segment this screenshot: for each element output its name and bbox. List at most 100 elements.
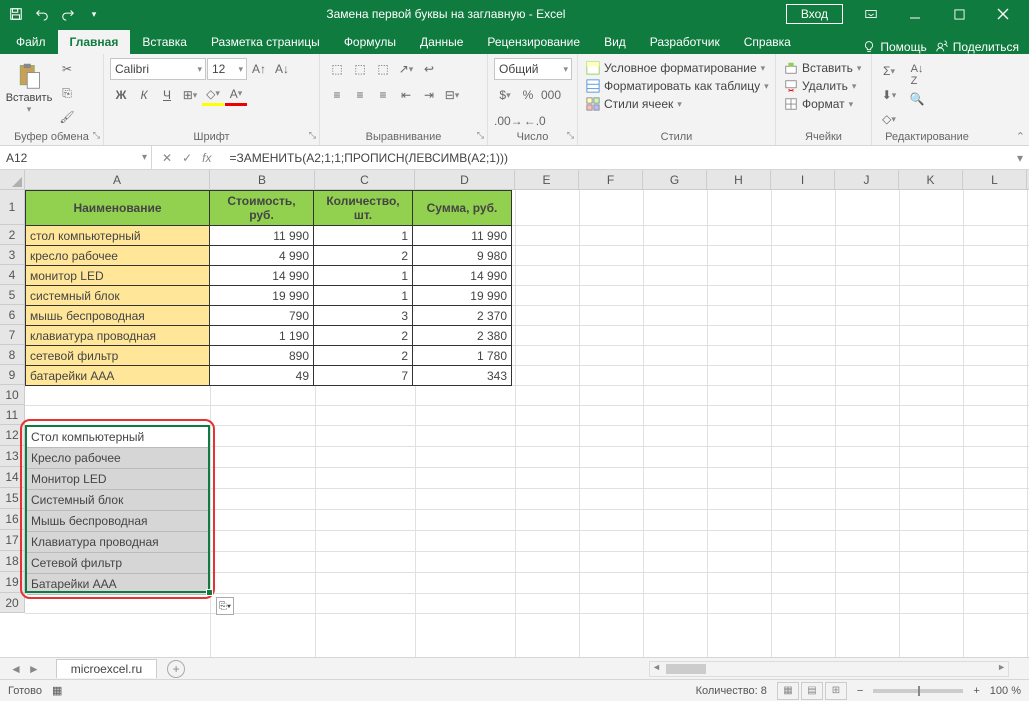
comma-icon[interactable]: 000 xyxy=(540,84,562,106)
macro-record-icon[interactable]: ▦ xyxy=(52,684,62,697)
select-all-corner[interactable] xyxy=(0,170,25,190)
login-button[interactable]: Вход xyxy=(786,4,843,24)
share-button[interactable]: Поделиться xyxy=(935,40,1019,54)
expand-formula-icon[interactable]: ▾ xyxy=(1011,151,1029,165)
find-icon[interactable]: 🔍 xyxy=(906,88,928,110)
sheet-tab[interactable]: microexcel.ru xyxy=(56,659,157,678)
cut-icon[interactable]: ✂ xyxy=(56,58,78,80)
fill-icon[interactable]: ⬇ xyxy=(878,84,900,106)
borders-icon[interactable]: ⊞ xyxy=(179,84,201,106)
column-headers[interactable]: ABCDEFGHIJKL xyxy=(25,170,1029,190)
redo-icon[interactable] xyxy=(56,2,80,26)
increase-font-icon[interactable]: A↑ xyxy=(248,58,270,80)
orientation-icon[interactable]: ↗ xyxy=(395,58,417,80)
title-bar: ▾ Замена первой буквы на заглавную - Exc… xyxy=(0,0,1029,28)
tell-me[interactable]: Помощь xyxy=(862,40,926,54)
horizontal-scrollbar[interactable] xyxy=(649,661,1009,677)
font-name-select[interactable]: Calibri xyxy=(110,58,206,80)
decrease-indent-icon[interactable]: ⇤ xyxy=(395,84,417,106)
delete-cells[interactable]: Удалить xyxy=(782,78,858,94)
add-sheet-icon[interactable]: + xyxy=(167,660,185,678)
bold-button[interactable]: Ж xyxy=(110,84,132,106)
tab-file[interactable]: Файл xyxy=(4,30,58,54)
sort-filter-icon[interactable]: A↓Z xyxy=(906,64,928,86)
underline-button[interactable]: Ч xyxy=(156,84,178,106)
format-painter-icon[interactable]: 🖌 xyxy=(56,106,78,128)
format-cells[interactable]: Формат xyxy=(782,96,855,112)
paste-button[interactable]: Вставить ▾ xyxy=(6,58,52,115)
qat-dropdown-icon[interactable]: ▾ xyxy=(82,2,106,26)
formula-input[interactable]: =ЗАМЕНИТЬ(A2;1;1;ПРОПИСН(ЛЕВСИМВ(A2;1))) xyxy=(221,151,1011,165)
copy-icon[interactable]: ⎘ xyxy=(56,82,78,104)
collapse-ribbon-icon[interactable]: ⌃ xyxy=(1016,130,1025,143)
fx-icon[interactable]: fx xyxy=(202,151,211,165)
formula-bar: A12 ✕ ✓ fx =ЗАМЕНИТЬ(A2;1;1;ПРОПИСН(ЛЕВС… xyxy=(0,146,1029,170)
align-bottom-icon[interactable]: ⬚ xyxy=(372,58,394,80)
insert-cells[interactable]: Вставить xyxy=(782,60,863,76)
merge-icon[interactable]: ⊟ xyxy=(441,84,463,106)
increase-decimal-icon[interactable]: .00→ xyxy=(494,110,523,132)
wrap-text-icon[interactable]: ↩ xyxy=(418,58,440,80)
conditional-formatting[interactable]: Условное форматирование xyxy=(584,60,767,76)
accept-formula-icon[interactable]: ✓ xyxy=(182,151,192,165)
autosum-icon[interactable]: Σ xyxy=(878,60,900,82)
clear-icon[interactable]: ◇ xyxy=(878,108,900,130)
align-right-icon[interactable]: ≡ xyxy=(372,84,394,106)
align-middle-icon[interactable]: ⬚ xyxy=(349,58,371,80)
currency-icon[interactable]: $ xyxy=(494,84,516,106)
quick-access-toolbar: ▾ xyxy=(4,2,106,26)
tab-formulas[interactable]: Формулы xyxy=(332,30,408,54)
align-center-icon[interactable]: ≡ xyxy=(349,84,371,106)
worksheet-grid[interactable]: ABCDEFGHIJKL 123456789101112131415161718… xyxy=(0,170,1029,657)
tab-view[interactable]: Вид xyxy=(592,30,638,54)
zoom-out-icon[interactable]: − xyxy=(857,685,863,697)
normal-view-icon[interactable]: ▦ xyxy=(777,682,799,700)
save-icon[interactable] xyxy=(4,2,28,26)
zoom-slider[interactable] xyxy=(873,689,963,693)
page-layout-view-icon[interactable]: ▤ xyxy=(801,682,823,700)
name-box[interactable]: A12 xyxy=(0,146,152,169)
align-left-icon[interactable]: ≡ xyxy=(326,84,348,106)
cancel-formula-icon[interactable]: ✕ xyxy=(162,151,172,165)
decrease-font-icon[interactable]: A↓ xyxy=(271,58,293,80)
increase-indent-icon[interactable]: ⇥ xyxy=(418,84,440,106)
window-title: Замена первой буквы на заглавную - Excel xyxy=(106,7,786,21)
selected-range[interactable]: Стол компьютерныйКресло рабочееМонитор L… xyxy=(25,425,210,593)
number-format-select[interactable]: Общий xyxy=(494,58,572,80)
ribbon-options-icon[interactable] xyxy=(849,0,893,28)
align-top-icon[interactable]: ⬚ xyxy=(326,58,348,80)
fill-handle[interactable] xyxy=(206,589,213,596)
percent-icon[interactable]: % xyxy=(517,84,539,106)
sheet-nav-prev-icon[interactable]: ◄ xyxy=(10,662,22,676)
cell-styles[interactable]: Стили ячеек xyxy=(584,96,684,112)
italic-button[interactable]: К xyxy=(133,84,155,106)
autofill-options-icon[interactable]: ⎘▾ xyxy=(216,597,234,615)
font-color-icon[interactable]: A xyxy=(225,84,247,106)
zoom-in-icon[interactable]: + xyxy=(973,685,979,697)
format-as-table[interactable]: Форматировать как таблицу xyxy=(584,78,771,94)
tab-review[interactable]: Рецензирование xyxy=(475,30,592,54)
data-table[interactable]: НаименованиеСтоимость, руб.Количество, ш… xyxy=(25,190,512,386)
fill-color-icon[interactable]: ◇ xyxy=(202,84,224,106)
ribbon: Вставить ▾ ✂ ⎘ 🖌 Буфер обмена⤡ Calibri 1… xyxy=(0,54,1029,146)
tab-home[interactable]: Главная xyxy=(58,30,131,54)
sheet-tabs-bar: ◄ ► microexcel.ru + xyxy=(0,657,1029,679)
tab-layout[interactable]: Разметка страницы xyxy=(199,30,332,54)
ribbon-tabs: Файл Главная Вставка Разметка страницы Ф… xyxy=(0,28,1029,54)
tab-data[interactable]: Данные xyxy=(408,30,475,54)
status-bar: Готово ▦ Количество: 8 ▦ ▤ ⊞ − + 100 % xyxy=(0,679,1029,701)
font-size-select[interactable]: 12 xyxy=(207,58,247,80)
row-headers[interactable]: 1234567891011121314151617181920 xyxy=(0,190,25,613)
close-icon[interactable] xyxy=(981,0,1025,28)
page-break-view-icon[interactable]: ⊞ xyxy=(825,682,847,700)
tab-developer[interactable]: Разработчик xyxy=(638,30,732,54)
zoom-level[interactable]: 100 % xyxy=(990,685,1021,697)
decrease-decimal-icon[interactable]: ←.0 xyxy=(524,110,546,132)
sheet-nav-next-icon[interactable]: ► xyxy=(28,662,40,676)
undo-icon[interactable] xyxy=(30,2,54,26)
maximize-icon[interactable] xyxy=(937,0,981,28)
tab-help[interactable]: Справка xyxy=(732,30,803,54)
minimize-icon[interactable] xyxy=(893,0,937,28)
tab-insert[interactable]: Вставка xyxy=(130,30,199,54)
status-ready: Готово xyxy=(8,685,42,697)
